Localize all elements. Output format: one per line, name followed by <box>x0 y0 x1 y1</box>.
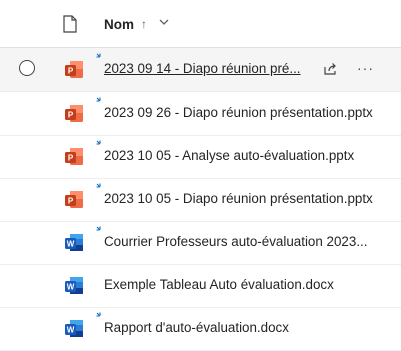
new-file-icon <box>96 183 101 188</box>
new-file-icon <box>96 97 101 102</box>
powerpoint-file-icon: P <box>65 61 83 78</box>
file-row[interactable]: P 2023 10 05 - Diapo réunion présentatio… <box>0 178 401 222</box>
powerpoint-file-icon: P <box>65 148 83 165</box>
file-row[interactable]: W Rapport d'auto-évaluation.docx <box>0 307 401 351</box>
svg-text:P: P <box>68 111 74 120</box>
file-name-link[interactable]: 2023 10 05 - Analyse auto-évaluation.ppt… <box>104 148 379 163</box>
new-file-icon <box>96 312 101 317</box>
row-select-radio[interactable] <box>19 60 35 76</box>
powerpoint-file-icon: P <box>65 191 83 208</box>
new-file-icon <box>96 140 101 145</box>
share-icon[interactable] <box>322 61 338 77</box>
file-name-link[interactable]: 2023 10 05 - Diapo réunion présentation.… <box>104 191 379 206</box>
new-file-icon <box>96 226 101 231</box>
word-file-icon: W <box>65 320 83 337</box>
file-row[interactable]: P 2023 09 14 - Diapo réunion pré... ··· <box>0 48 401 92</box>
file-row[interactable]: W Courrier Professeurs auto-évaluation 2… <box>0 221 401 265</box>
file-row[interactable]: P 2023 10 05 - Analyse auto-évaluation.p… <box>0 135 401 179</box>
svg-text:P: P <box>68 154 74 163</box>
document-icon[interactable] <box>63 15 77 33</box>
column-header-name[interactable]: Nom <box>104 17 134 32</box>
file-name-link[interactable]: Rapport d'auto-évaluation.docx <box>104 320 379 335</box>
word-file-icon: W <box>65 277 83 294</box>
file-row[interactable]: W Exemple Tableau Auto évaluation.docx <box>0 264 401 308</box>
svg-text:P: P <box>68 67 74 76</box>
powerpoint-file-icon: P <box>65 105 83 122</box>
word-file-icon: W <box>65 234 83 251</box>
svg-text:W: W <box>67 283 75 292</box>
file-name-link[interactable]: 2023 09 14 - Diapo réunion pré... <box>104 61 312 76</box>
new-file-icon <box>96 53 101 58</box>
svg-text:W: W <box>67 240 75 249</box>
file-row[interactable]: P 2023 09 26 - Diapo réunion présentatio… <box>0 92 401 136</box>
svg-text:W: W <box>67 326 75 335</box>
chevron-down-icon[interactable] <box>158 16 170 28</box>
svg-text:P: P <box>68 197 74 206</box>
more-actions-button[interactable]: ··· <box>357 60 374 76</box>
list-header: Nom ↑ <box>0 0 401 48</box>
sort-ascending-icon[interactable]: ↑ <box>141 17 147 31</box>
file-name-link[interactable]: Exemple Tableau Auto évaluation.docx <box>104 277 379 292</box>
file-list: Nom ↑ P 2023 09 14 - Diapo réunion pré..… <box>0 0 401 351</box>
file-name-link[interactable]: 2023 09 26 - Diapo réunion présentation.… <box>104 105 379 120</box>
file-name-link[interactable]: Courrier Professeurs auto-évaluation 202… <box>104 234 379 249</box>
